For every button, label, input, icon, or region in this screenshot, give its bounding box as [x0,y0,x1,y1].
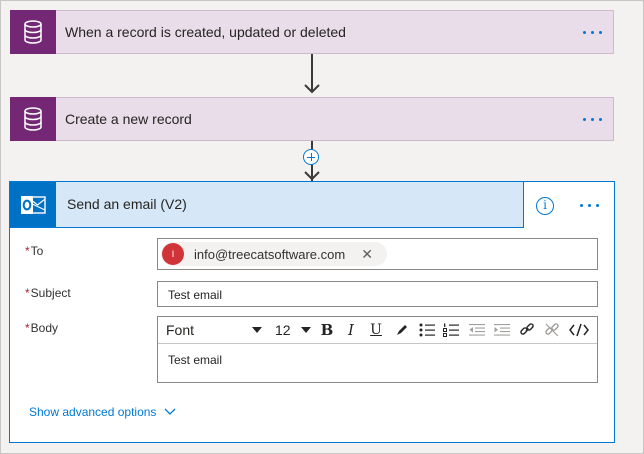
create-record-title: Create a new record [65,111,192,127]
info-icon[interactable]: i [536,197,554,215]
to-field[interactable]: I info@treecatsoftware.com ✕ [157,238,598,270]
subject-input[interactable]: Test email [157,281,598,307]
bold-button[interactable]: B [318,320,336,340]
arrow-down-icon [304,84,320,94]
database-icon [10,96,56,141]
subject-label: *Subject [25,286,71,300]
send-email-header[interactable]: Send an email (V2) [10,182,524,228]
italic-button[interactable]: I [343,320,359,340]
numbered-list-icon[interactable] [442,320,460,340]
avatar: I [162,243,184,265]
chevron-down-icon [164,408,176,415]
more-icon[interactable] [581,22,605,42]
highlight-icon[interactable] [394,320,410,340]
trigger-card[interactable]: When a record is created, updated or del… [10,9,614,54]
link-icon[interactable] [518,320,536,340]
body-content: Test email [168,353,223,367]
recipient-address: info@treecatsoftware.com [194,246,346,262]
size-dropdown[interactable]: 12 [275,320,311,340]
advanced-label: Show advanced options [29,405,157,419]
increase-indent-icon[interactable] [493,320,511,340]
send-email-title: Send an email (V2) [67,196,187,212]
insert-step-plus-icon[interactable] [303,149,319,165]
show-advanced-options-link[interactable]: Show advanced options [29,405,176,419]
code-view-icon[interactable] [568,320,590,340]
body-label: *Body [25,321,59,335]
recipient-chip: I info@treecatsoftware.com ✕ [161,242,387,266]
remove-recipient-icon[interactable]: ✕ [361,246,373,263]
database-icon [10,9,56,54]
trigger-title: When a record is created, updated or del… [65,24,346,40]
outlook-icon [10,182,56,227]
unlink-icon[interactable] [543,320,561,340]
decrease-indent-icon[interactable] [468,320,486,340]
more-icon[interactable] [578,195,602,215]
caret-down-icon [301,327,311,333]
more-icon[interactable] [581,109,605,129]
body-editor[interactable]: Font 12 B I U Test email [157,316,598,383]
arrow-down-icon [304,171,320,181]
font-dropdown[interactable]: Font [166,320,262,340]
send-email-card: Send an email (V2) i *To I info@treecats… [9,181,615,443]
to-label: *To [25,244,44,258]
font-dropdown-value: Font [166,322,195,338]
caret-down-icon [252,327,262,333]
create-record-card[interactable]: Create a new record [10,96,614,141]
underline-button[interactable]: U [367,320,385,340]
bulleted-list-icon[interactable] [418,320,436,340]
rich-text-toolbar: Font 12 B I U [158,317,597,344]
size-dropdown-value: 12 [275,322,291,338]
